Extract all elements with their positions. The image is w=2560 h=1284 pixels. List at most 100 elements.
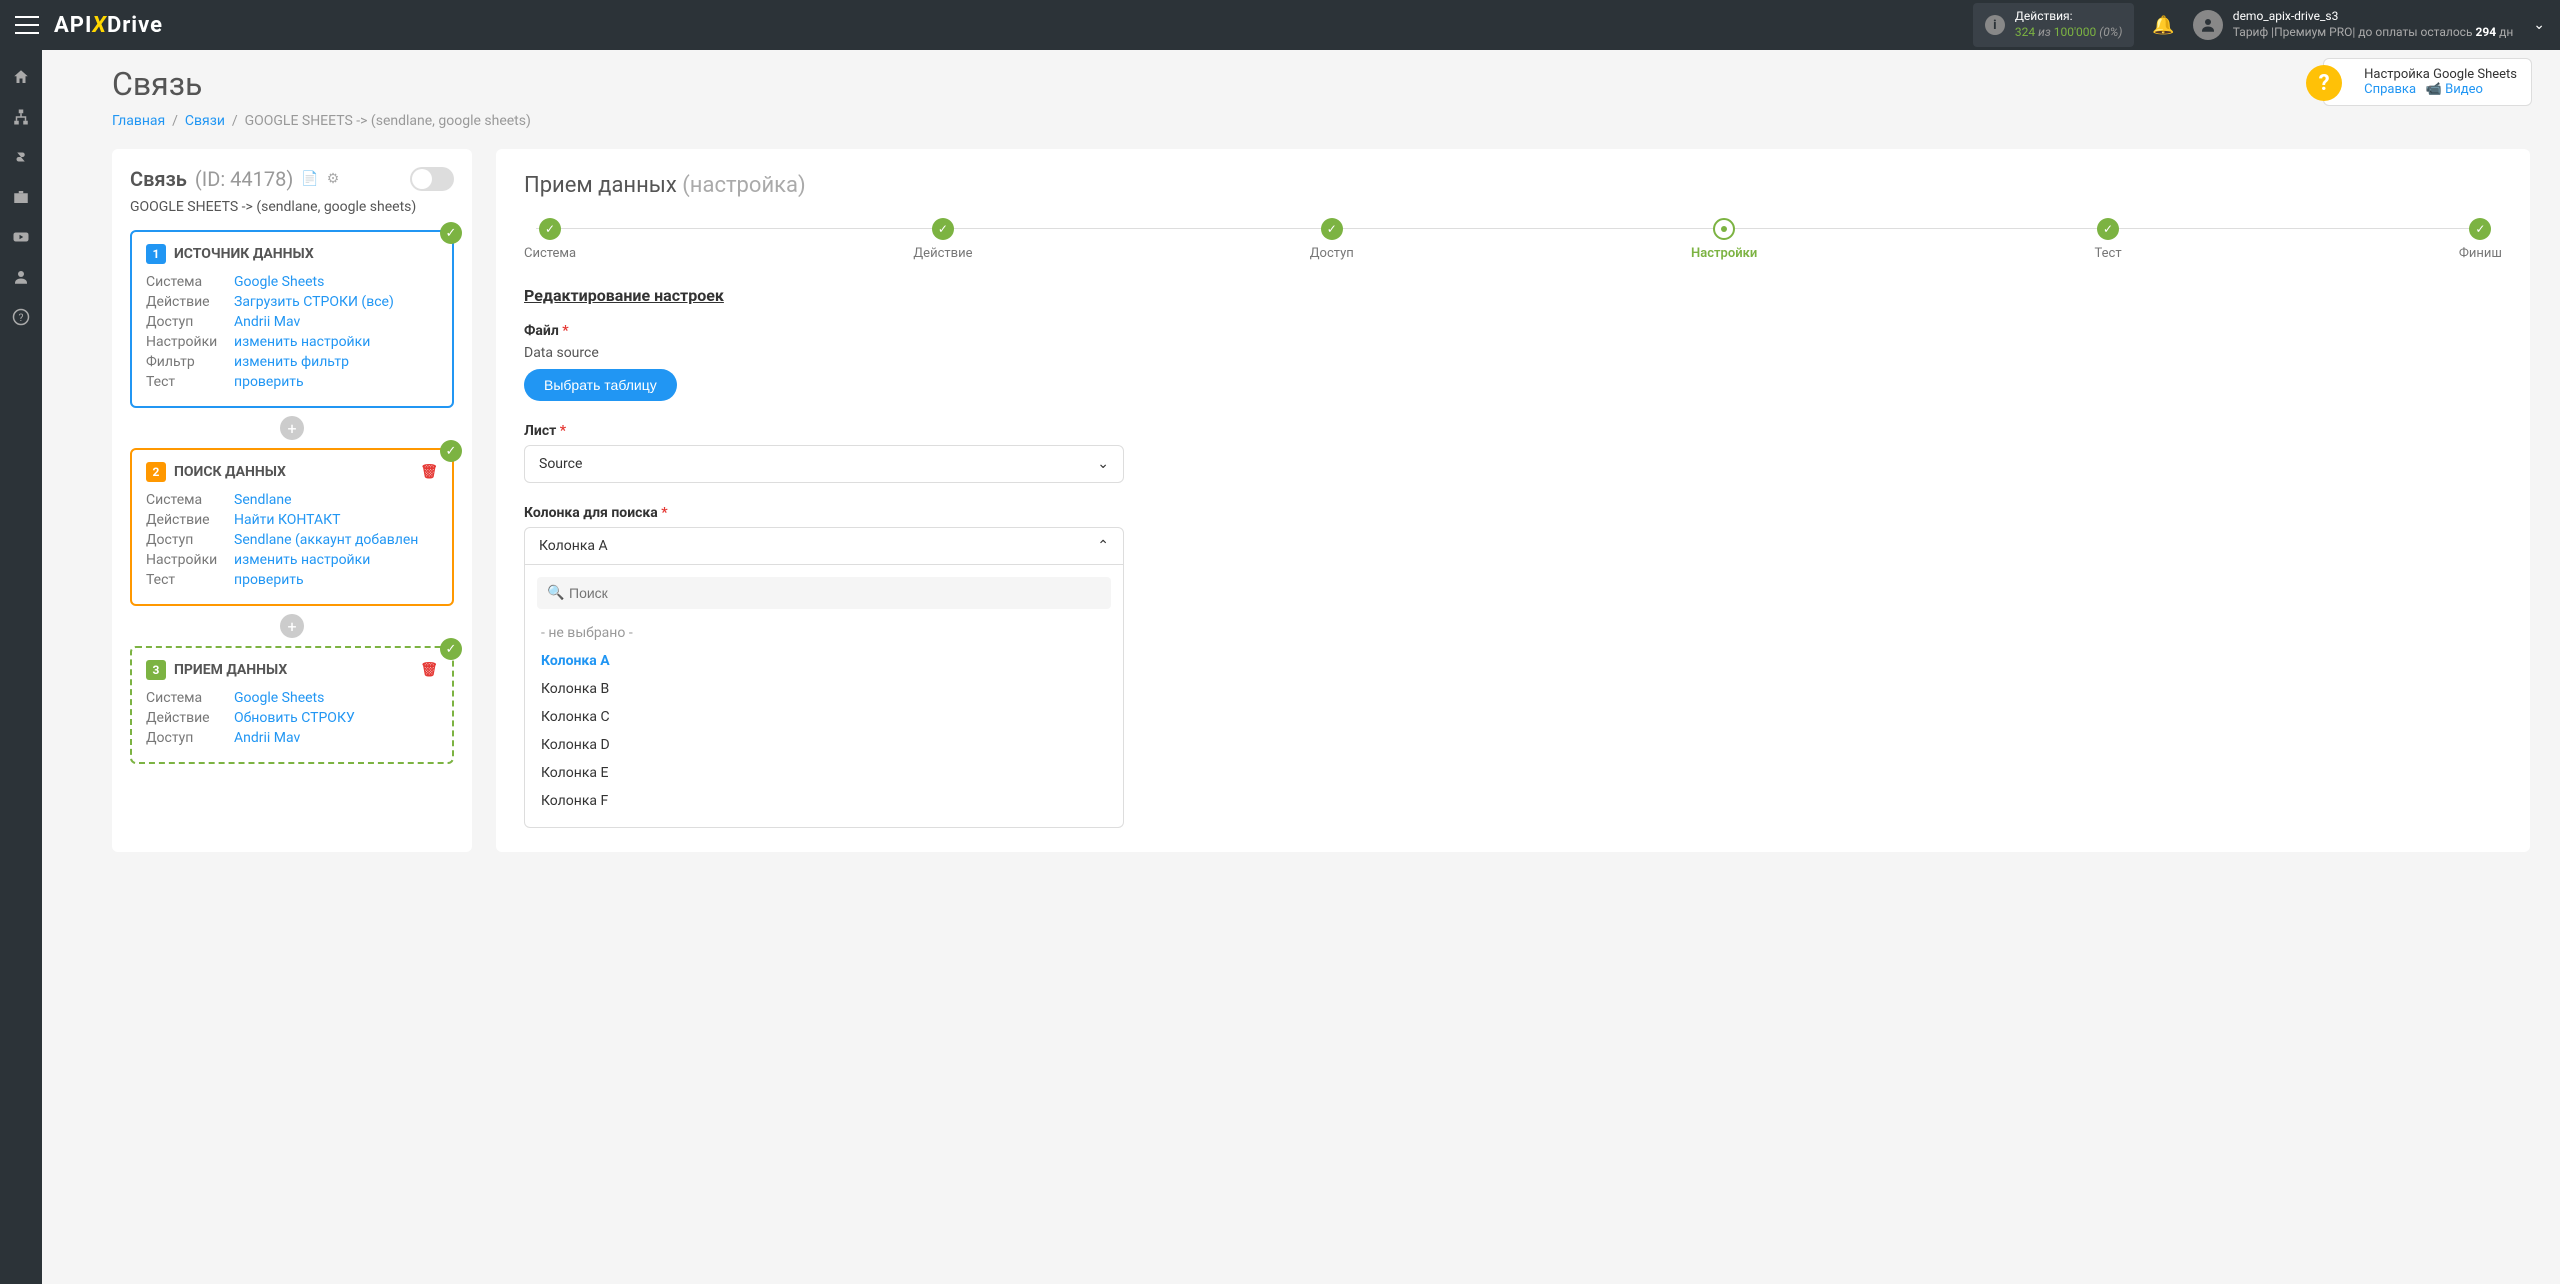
card-value-link[interactable]: Загрузить СТРОКИ (все) bbox=[234, 294, 394, 310]
steps: ✓ Система ✓ Действие ✓ Доступ Настройки … bbox=[524, 218, 2502, 261]
gear-icon[interactable]: ⚙ bbox=[327, 171, 340, 187]
help-title: Настройка Google Sheets bbox=[2364, 67, 2517, 82]
card-value-link[interactable]: Andrii Mav bbox=[234, 730, 300, 746]
card-value-link[interactable]: изменить настройки bbox=[234, 334, 370, 350]
rp-title-main: Прием данных bbox=[524, 173, 677, 198]
video-icon: 📹 bbox=[2426, 82, 2442, 97]
card-row: ДействиеЗагрузить СТРОКИ (все) bbox=[146, 294, 438, 310]
card-row: СистемаSendlane bbox=[146, 492, 438, 508]
check-icon: ✓ bbox=[440, 222, 462, 244]
card-row: СистемаGoogle Sheets bbox=[146, 274, 438, 290]
card-value-link[interactable]: изменить настройки bbox=[234, 552, 370, 568]
sidebar-connections[interactable] bbox=[0, 98, 42, 136]
card-value-link[interactable]: изменить фильтр bbox=[234, 354, 349, 370]
card-3: ✓ 3ПРИЕМ ДАННЫХ🗑 СистемаGoogle SheetsДей… bbox=[130, 646, 454, 764]
sidebar-billing[interactable] bbox=[0, 138, 42, 176]
chevron-down-icon: ⌄ bbox=[1097, 456, 1109, 472]
column-option[interactable]: Колонка F bbox=[537, 787, 1111, 815]
connection-title: Связь bbox=[130, 167, 187, 191]
column-option[interactable]: Колонка A bbox=[537, 647, 1111, 675]
breadcrumb-home[interactable]: Главная bbox=[112, 113, 165, 129]
card-value-link[interactable]: Sendlane bbox=[234, 492, 292, 508]
card-row: ДоступAndrii Mav bbox=[146, 730, 438, 746]
actions-counter[interactable]: i Действия: 324 из 100'000 (0%) bbox=[1973, 3, 2135, 46]
page-title: Связь bbox=[112, 65, 2530, 103]
sidebar-video[interactable] bbox=[0, 218, 42, 256]
add-step-button[interactable]: + bbox=[280, 614, 304, 638]
card-2: ✓ 2ПОИСК ДАННЫХ🗑 СистемаSendlaneДействие… bbox=[130, 448, 454, 606]
help-box: ? Настройка Google Sheets Справка 📹 Виде… bbox=[2323, 58, 2532, 106]
delete-icon[interactable]: 🗑 bbox=[420, 662, 438, 678]
card-row: ДоступSendlane (аккаунт добавлен bbox=[146, 532, 438, 548]
right-panel: Прием данных (настройка) ✓ Система ✓ Дей… bbox=[496, 149, 2530, 852]
copy-icon[interactable]: 📄 bbox=[301, 171, 318, 187]
rp-title-sub: (настройка) bbox=[682, 173, 805, 198]
help-icon[interactable]: ? bbox=[2306, 65, 2342, 101]
check-icon: ✓ bbox=[440, 440, 462, 462]
sidebar-home[interactable] bbox=[0, 58, 42, 96]
card-row: Настройкиизменить настройки bbox=[146, 552, 438, 568]
card-value-link[interactable]: Google Sheets bbox=[234, 690, 324, 706]
svg-text:?: ? bbox=[19, 311, 24, 324]
card-value-link[interactable]: Andrii Mav bbox=[234, 314, 300, 330]
help-link-docs[interactable]: Справка bbox=[2364, 82, 2416, 97]
step-Финиш[interactable]: ✓ Финиш bbox=[2459, 218, 2502, 261]
card-value-link[interactable]: проверить bbox=[234, 374, 304, 390]
chevron-up-icon: ⌃ bbox=[1097, 538, 1109, 554]
step-Система[interactable]: ✓ Система bbox=[524, 218, 576, 261]
file-value: Data source bbox=[524, 345, 2502, 361]
card-row: ДоступAndrii Mav bbox=[146, 314, 438, 330]
breadcrumb-current: GOOGLE SHEETS -> (sendlane, google sheet… bbox=[245, 113, 531, 129]
search-input[interactable] bbox=[537, 577, 1111, 609]
info-icon: i bbox=[1985, 15, 2005, 35]
sidebar-briefcase[interactable] bbox=[0, 178, 42, 216]
topbar: APIXDrive i Действия: 324 из 100'000 (0%… bbox=[0, 0, 2560, 50]
actions-label: Действия: bbox=[2015, 9, 2123, 25]
sidebar: ? bbox=[0, 50, 42, 1284]
card-value-link[interactable]: Найти КОНТАКТ bbox=[234, 512, 340, 528]
sheet-label: Лист bbox=[524, 423, 556, 439]
column-option[interactable]: Колонка D bbox=[537, 731, 1111, 759]
column-option[interactable]: Колонка E bbox=[537, 759, 1111, 787]
column-dropdown: 🔍 - не выбрано -Колонка AКолонка BКолонк… bbox=[524, 565, 1124, 828]
file-label: Файл bbox=[524, 323, 559, 339]
breadcrumb: Главная / Связи / GOOGLE SHEETS -> (send… bbox=[112, 113, 2530, 129]
card-row: Тестпроверить bbox=[146, 374, 438, 390]
username: demo_apix-drive_s3 bbox=[2233, 9, 2513, 25]
bell-icon[interactable]: 🔔 bbox=[2152, 15, 2174, 36]
sidebar-user[interactable] bbox=[0, 258, 42, 296]
sheet-select[interactable]: Source ⌄ bbox=[524, 445, 1124, 483]
column-option[interactable]: Колонка B bbox=[537, 675, 1111, 703]
user-menu[interactable]: demo_apix-drive_s3 Тариф |Премиум PRO| д… bbox=[2193, 9, 2545, 40]
select-table-button[interactable]: Выбрать таблицу bbox=[524, 369, 677, 401]
menu-icon[interactable] bbox=[15, 16, 39, 34]
add-step-button[interactable]: + bbox=[280, 416, 304, 440]
card-value-link[interactable]: Обновить СТРОКУ bbox=[234, 710, 355, 726]
card-row: Настройкиизменить настройки bbox=[146, 334, 438, 350]
connection-id: (ID: 44178) bbox=[195, 167, 293, 191]
sidebar-help[interactable]: ? bbox=[0, 298, 42, 336]
step-Действие[interactable]: ✓ Действие bbox=[913, 218, 972, 261]
card-value-link[interactable]: Sendlane (аккаунт добавлен bbox=[234, 532, 418, 548]
section-title: Редактирование настроек bbox=[524, 286, 2502, 305]
card-row: ДействиеНайти КОНТАКТ bbox=[146, 512, 438, 528]
step-Тест[interactable]: ✓ Тест bbox=[2095, 218, 2122, 261]
logo[interactable]: APIXDrive bbox=[54, 13, 163, 38]
card-1: ✓ 1ИСТОЧНИК ДАННЫХ СистемаGoogle SheetsД… bbox=[130, 230, 454, 408]
card-value-link[interactable]: Google Sheets bbox=[234, 274, 324, 290]
card-row: Фильтризменить фильтр bbox=[146, 354, 438, 370]
avatar bbox=[2193, 10, 2223, 40]
column-select[interactable]: Колонка A ⌃ bbox=[524, 527, 1124, 565]
card-value-link[interactable]: проверить bbox=[234, 572, 304, 588]
check-icon: ✓ bbox=[440, 638, 462, 660]
column-option[interactable]: Колонка C bbox=[537, 703, 1111, 731]
step-Доступ[interactable]: ✓ Доступ bbox=[1310, 218, 1354, 261]
column-option[interactable]: - не выбрано - bbox=[537, 619, 1111, 647]
help-link-video[interactable]: Видео bbox=[2445, 82, 2483, 97]
connection-subtitle: GOOGLE SHEETS -> (sendlane, google sheet… bbox=[130, 199, 454, 215]
enable-toggle[interactable] bbox=[410, 167, 454, 191]
delete-icon[interactable]: 🗑 bbox=[420, 464, 438, 480]
left-panel: Связь (ID: 44178) 📄 ⚙ GOOGLE SHEETS -> (… bbox=[112, 149, 472, 852]
step-Настройки[interactable]: Настройки bbox=[1691, 218, 1757, 261]
breadcrumb-links[interactable]: Связи bbox=[185, 113, 225, 129]
